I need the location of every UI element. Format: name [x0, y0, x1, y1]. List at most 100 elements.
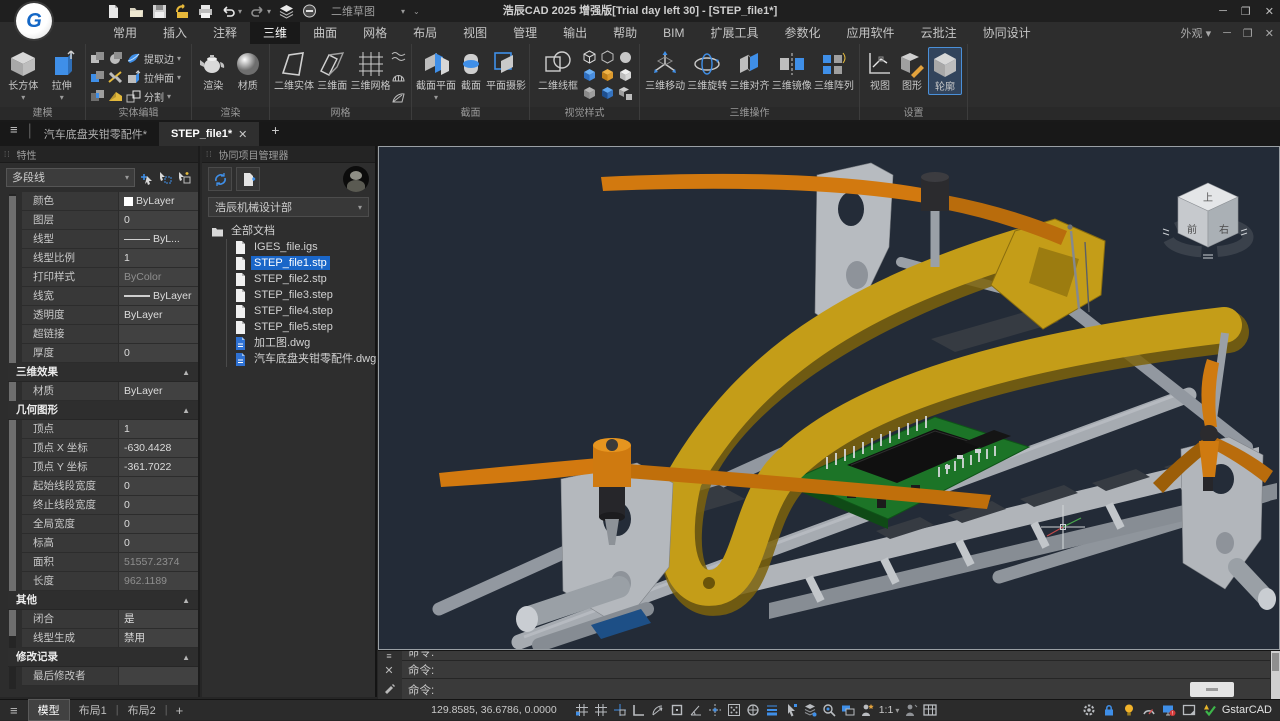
tree-file-step3[interactable]: STEP_file3.step	[235, 287, 375, 303]
object-snap-icon[interactable]	[670, 703, 684, 717]
app-logo[interactable]: G	[16, 3, 52, 39]
close-button[interactable]: ✕	[1265, 5, 1274, 18]
command-input[interactable]: 命令:	[402, 679, 1270, 700]
panel-drag-handle-icon[interactable]: ⁞⁞	[4, 150, 10, 159]
new-doc-tab-button[interactable]: +	[259, 122, 291, 146]
polar-tracking-icon[interactable]	[651, 703, 665, 717]
menu-tab-xietong[interactable]: 协同设计	[970, 22, 1044, 44]
dynamic-ucs-icon[interactable]	[746, 703, 760, 717]
section-plane-button[interactable]: 截面平面▾	[416, 47, 456, 102]
select-objects-icon[interactable]	[158, 170, 173, 185]
clean-screen-icon[interactable]	[841, 703, 855, 717]
separate-icon[interactable]	[126, 89, 141, 104]
performance-gauge-icon[interactable]	[1142, 703, 1156, 717]
panel-drag-handle-icon[interactable]: ⁞⁞	[206, 150, 212, 159]
extrude-face-label[interactable]: 拉伸面	[144, 70, 174, 85]
mesh-fan-icon[interactable]	[391, 90, 406, 105]
doc-restore-button[interactable]: ❐	[1243, 27, 1253, 40]
extract-edge-label[interactable]: 提取边	[144, 51, 174, 66]
mesh-dome-icon[interactable]	[391, 70, 406, 85]
sync-button[interactable]	[208, 167, 232, 191]
grid-snap-icon[interactable]	[575, 703, 589, 717]
appearance-dropdown[interactable]: 外观 ▾	[1181, 25, 1212, 41]
doc-close-button[interactable]: ✕	[1265, 27, 1274, 40]
zoom-object-icon[interactable]	[822, 703, 836, 717]
menu-tab-guanli[interactable]: 管理	[500, 22, 550, 44]
menu-tab-bangzhu[interactable]: 帮助	[600, 22, 650, 44]
prop-section-geometry[interactable]: 几何图形▲	[8, 401, 198, 420]
redo-icon[interactable]	[250, 4, 265, 19]
view-settings-button[interactable]: 视图	[864, 47, 896, 93]
menu-tab-shuchu[interactable]: 输出	[550, 22, 600, 44]
menu-tab-zhushi[interactable]: 注释	[200, 22, 250, 44]
license-status-icon[interactable]	[1202, 703, 1216, 717]
import-file-button[interactable]	[236, 167, 260, 191]
vs-wireframe-cube-icon[interactable]	[582, 50, 597, 65]
menu-tab-qumian[interactable]: 曲面	[300, 22, 350, 44]
vs-xray-cube-icon[interactable]	[600, 86, 615, 101]
vs-realistic-cube-icon[interactable]	[582, 68, 597, 83]
vs-hidden-cube-icon[interactable]	[600, 50, 615, 65]
menu-tab-kuozhan[interactable]: 扩展工具	[698, 22, 772, 44]
isolate-objects-icon[interactable]	[803, 703, 817, 717]
object-type-select[interactable]: 多段线▾	[6, 168, 135, 187]
settings-gear-icon[interactable]	[1082, 703, 1096, 717]
wireframe2d-button[interactable]: 二维线框	[534, 47, 582, 93]
vs-shaded-cube-icon[interactable]	[618, 68, 633, 83]
tree-file-dwg2[interactable]: 汽车底盘夹钳零配件.dwg	[235, 351, 375, 367]
add-layout-button[interactable]: +	[168, 703, 192, 718]
lineweight-display-icon[interactable]	[765, 703, 779, 717]
menu-tab-bim[interactable]: BIM	[650, 22, 697, 44]
hatch-pattern-icon[interactable]	[727, 703, 741, 717]
drawing-viewport[interactable]: 上 前 右	[378, 146, 1280, 650]
view-cube-body[interactable]: 上 前 右	[1178, 183, 1238, 247]
quick-select-icon[interactable]	[139, 170, 154, 185]
solid2d-button[interactable]: 二维实体	[274, 47, 314, 93]
menu-tab-shitu[interactable]: 视图	[450, 22, 500, 44]
angle-snap-icon[interactable]	[689, 703, 703, 717]
doc-minimize-button[interactable]: ─	[1223, 27, 1231, 39]
subtract-icon[interactable]	[90, 70, 105, 85]
sphere-subtract-icon[interactable]	[108, 51, 123, 66]
flatshot-button[interactable]: 平面摄影	[486, 47, 526, 93]
separate-label[interactable]: 分割	[144, 89, 164, 104]
intersect-icon[interactable]	[90, 89, 105, 104]
print-icon[interactable]	[198, 4, 213, 19]
tree-file-step5[interactable]: STEP_file5.step	[235, 319, 375, 335]
tree-root-folder[interactable]: 全部文档	[212, 223, 375, 239]
viewcube-top-label[interactable]: 上	[1203, 192, 1213, 204]
undo-dropdown-icon[interactable]: ▾	[238, 7, 242, 16]
silhouette-button[interactable]: 轮廓	[928, 47, 962, 95]
material-button[interactable]: 材质	[231, 47, 266, 93]
save-as-icon[interactable]	[175, 4, 190, 19]
vs-conceptual-cube-icon[interactable]	[600, 68, 615, 83]
undo-icon[interactable]	[221, 4, 236, 19]
menu-tab-wangge[interactable]: 网格	[350, 22, 400, 44]
vs-shaded-gray-icon[interactable]	[618, 50, 633, 65]
slice-icon[interactable]	[108, 70, 123, 85]
object-track-icon[interactable]	[708, 703, 722, 717]
union-icon[interactable]	[90, 51, 105, 66]
render-button[interactable]: 渲染	[196, 47, 231, 93]
user-avatar[interactable]	[343, 166, 369, 192]
move3d-button[interactable]: 三维移动	[644, 47, 686, 93]
grid-display-icon[interactable]	[594, 703, 608, 717]
tree-file-iges[interactable]: IGES_file.igs	[235, 239, 375, 255]
menu-tab-changyong[interactable]: 常用	[100, 22, 150, 44]
prop-section-3d-effects[interactable]: 三维效果▲	[8, 363, 198, 382]
prop-section-history[interactable]: 修改记录▲	[8, 648, 198, 667]
extract-edge-icon[interactable]	[126, 51, 141, 66]
view-cube[interactable]: 上 前 右	[1153, 165, 1263, 265]
menu-tab-charu[interactable]: 插入	[150, 22, 200, 44]
array3d-button[interactable]: 三维阵列	[813, 47, 855, 93]
smooth-mesh-icon[interactable]	[391, 49, 406, 64]
layout2-tab[interactable]: 布局2	[119, 700, 165, 720]
status-menu-icon[interactable]: ≡	[0, 703, 28, 718]
selection-cycling-icon[interactable]	[784, 703, 798, 717]
tree-file-step2[interactable]: STEP_file2.stp	[235, 271, 375, 287]
restore-button[interactable]: ❐	[1241, 5, 1251, 18]
tips-bulb-icon[interactable]	[1122, 703, 1136, 717]
save-icon[interactable]	[152, 4, 167, 19]
ortho-mode-icon[interactable]	[632, 703, 646, 717]
workspace-select[interactable]: 二维草图 ▾	[325, 3, 405, 19]
